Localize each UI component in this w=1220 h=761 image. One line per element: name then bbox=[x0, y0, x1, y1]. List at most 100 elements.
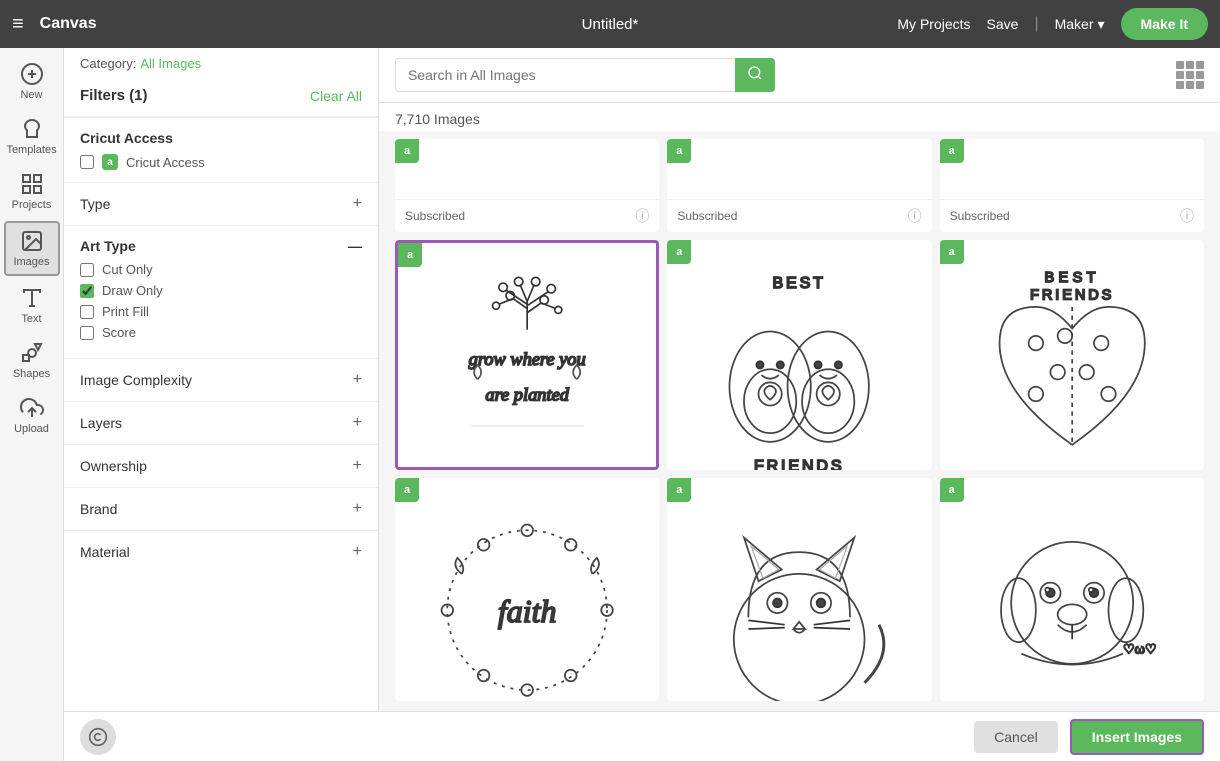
brand-header: Brand + bbox=[80, 500, 362, 518]
grid-view-button[interactable] bbox=[1176, 61, 1204, 89]
material-section[interactable]: Material + bbox=[64, 530, 378, 573]
sidebar-item-new[interactable]: New bbox=[4, 56, 60, 107]
sidebar-item-shapes[interactable]: Shapes bbox=[4, 335, 60, 386]
svg-text:FRIENDS: FRIENDS bbox=[1030, 288, 1114, 304]
filter-header: Filters (1) Clear All bbox=[64, 75, 378, 117]
ownership-header: Ownership + bbox=[80, 457, 362, 475]
bottom-bar: Cancel Insert Images bbox=[64, 711, 1220, 761]
filter-scroll: Cricut Access a Cricut Access Type + Art… bbox=[64, 117, 378, 703]
image-card-top-1[interactable]: a Subscribed ⓘ bbox=[395, 139, 659, 232]
sidebar-item-projects-label: Projects bbox=[12, 199, 52, 211]
cricut-logo bbox=[80, 719, 116, 755]
image-complexity-section[interactable]: Image Complexity + bbox=[64, 358, 378, 401]
hamburger-menu-icon[interactable]: ≡ bbox=[12, 13, 24, 36]
subscribed-label: Subscribed bbox=[950, 209, 1010, 223]
ownership-section[interactable]: Ownership + bbox=[64, 444, 378, 487]
layers-section[interactable]: Layers + bbox=[64, 401, 378, 444]
category-value: All Images bbox=[140, 56, 201, 71]
sidebar-item-shapes-label: Shapes bbox=[13, 368, 50, 380]
sidebar-item-text[interactable]: Text bbox=[4, 280, 60, 331]
subscribed-badge-2: a bbox=[667, 240, 691, 264]
subscribed-label: Subscribed bbox=[405, 209, 465, 223]
svg-text:BEST: BEST bbox=[773, 275, 826, 292]
layers-title: Layers bbox=[80, 415, 122, 431]
subscribed-badge-1: a bbox=[398, 243, 422, 267]
draw-only-label: Draw Only bbox=[102, 283, 163, 298]
score-item[interactable]: Score bbox=[80, 325, 362, 340]
print-fill-checkbox[interactable] bbox=[80, 305, 94, 319]
maker-selector[interactable]: Maker ▾ bbox=[1055, 16, 1105, 33]
score-label: Score bbox=[102, 325, 136, 340]
subscribed-badge-4: a bbox=[395, 478, 419, 502]
image-card-top-2[interactable]: a Subscribed ⓘ bbox=[667, 139, 931, 232]
draw-only-checkbox[interactable] bbox=[80, 284, 94, 298]
type-expand-icon: + bbox=[353, 195, 362, 213]
art-type-section: Art Type — Cut Only Draw Only Print Fill bbox=[64, 225, 378, 358]
type-section[interactable]: Type + bbox=[64, 182, 378, 225]
image-card-6[interactable]: a bbox=[940, 478, 1204, 702]
save-button[interactable]: Save bbox=[987, 16, 1019, 32]
image-complexity-expand-icon: + bbox=[353, 371, 362, 389]
brand-section[interactable]: Brand + bbox=[64, 487, 378, 530]
top-right-actions: My Projects Save | Maker ▾ Insert Images… bbox=[897, 8, 1208, 40]
print-fill-item[interactable]: Print Fill bbox=[80, 304, 362, 319]
draw-only-item[interactable]: Draw Only bbox=[80, 283, 362, 298]
subscribed-badge: a bbox=[940, 139, 964, 163]
cricut-access-label: Cricut Access bbox=[126, 155, 205, 170]
cricut-access-section: Cricut Access a Cricut Access bbox=[64, 117, 378, 182]
layers-expand-icon: + bbox=[353, 414, 362, 432]
cut-only-checkbox[interactable] bbox=[80, 263, 94, 277]
images-count: 7,710 Images bbox=[379, 103, 1220, 131]
material-expand-icon: + bbox=[353, 543, 362, 561]
search-input[interactable] bbox=[395, 58, 775, 92]
ownership-expand-icon: + bbox=[353, 457, 362, 475]
image-card-top-3[interactable]: a Subscribed ⓘ bbox=[940, 139, 1204, 232]
cricut-access-title: Cricut Access bbox=[80, 130, 362, 146]
sidebar-item-projects[interactable]: Projects bbox=[4, 166, 60, 217]
cricut-access-checkbox[interactable] bbox=[80, 155, 94, 169]
my-projects-link[interactable]: My Projects bbox=[897, 16, 970, 32]
material-header: Material + bbox=[80, 543, 362, 561]
top-nav: ≡ Canvas Untitled* My Projects Save | Ma… bbox=[0, 0, 1220, 48]
sidebar-item-upload[interactable]: Upload bbox=[4, 390, 60, 441]
svg-text:are planted: are planted bbox=[485, 384, 569, 404]
subscribed-badge-6: a bbox=[940, 478, 964, 502]
ownership-title: Ownership bbox=[80, 458, 147, 474]
info-icon[interactable]: ⓘ bbox=[908, 206, 922, 226]
svg-text:grow where you: grow where you bbox=[469, 349, 586, 369]
subscribed-badge-5: a bbox=[667, 478, 691, 502]
sidebar-item-templates[interactable]: Templates bbox=[4, 111, 60, 162]
score-checkbox[interactable] bbox=[80, 326, 94, 340]
insert-images-button[interactable]: Insert Images bbox=[1070, 719, 1204, 755]
image-card-1[interactable]: a grow where you are p bbox=[395, 240, 659, 470]
svg-text:FRIENDS: FRIENDS bbox=[754, 458, 844, 470]
image-card-2[interactable]: a BEST bbox=[667, 240, 931, 470]
sidebar-item-new-label: New bbox=[20, 89, 42, 101]
divider: | bbox=[1034, 15, 1038, 33]
cut-only-item[interactable]: Cut Only bbox=[80, 262, 362, 277]
cut-only-label: Cut Only bbox=[102, 262, 153, 277]
cricut-access-item[interactable]: a Cricut Access bbox=[80, 154, 362, 170]
search-button[interactable] bbox=[735, 58, 775, 92]
info-icon[interactable]: ⓘ bbox=[1180, 206, 1194, 226]
subscribed-badge: a bbox=[667, 139, 691, 163]
clear-all-button[interactable]: Clear All bbox=[310, 88, 362, 104]
svg-text:BEST: BEST bbox=[1044, 270, 1099, 286]
info-icon[interactable]: ⓘ bbox=[635, 206, 649, 226]
image-card-4[interactable]: a bbox=[395, 478, 659, 702]
sidebar-item-images[interactable]: Images bbox=[4, 221, 60, 276]
make-it-button[interactable]: Make It bbox=[1121, 8, 1208, 40]
image-card-3[interactable]: a BEST FRIENDS bbox=[940, 240, 1204, 470]
image-complexity-header: Image Complexity + bbox=[80, 371, 362, 389]
filter-panel: Category: All Images Filters (1) Clear A… bbox=[64, 48, 379, 761]
search-container bbox=[395, 58, 775, 92]
brand-expand-icon: + bbox=[353, 500, 362, 518]
icon-sidebar: New Templates Projects Images Text Shape… bbox=[0, 48, 64, 761]
subscribed-label: Subscribed bbox=[677, 209, 737, 223]
image-card-5[interactable]: a bbox=[667, 478, 931, 702]
filter-title: Filters (1) bbox=[80, 87, 148, 104]
cancel-button[interactable]: Cancel bbox=[974, 721, 1058, 753]
subscribed-badge: a bbox=[395, 139, 419, 163]
sidebar-item-upload-label: Upload bbox=[14, 423, 49, 435]
category-label: Category: bbox=[80, 56, 136, 71]
